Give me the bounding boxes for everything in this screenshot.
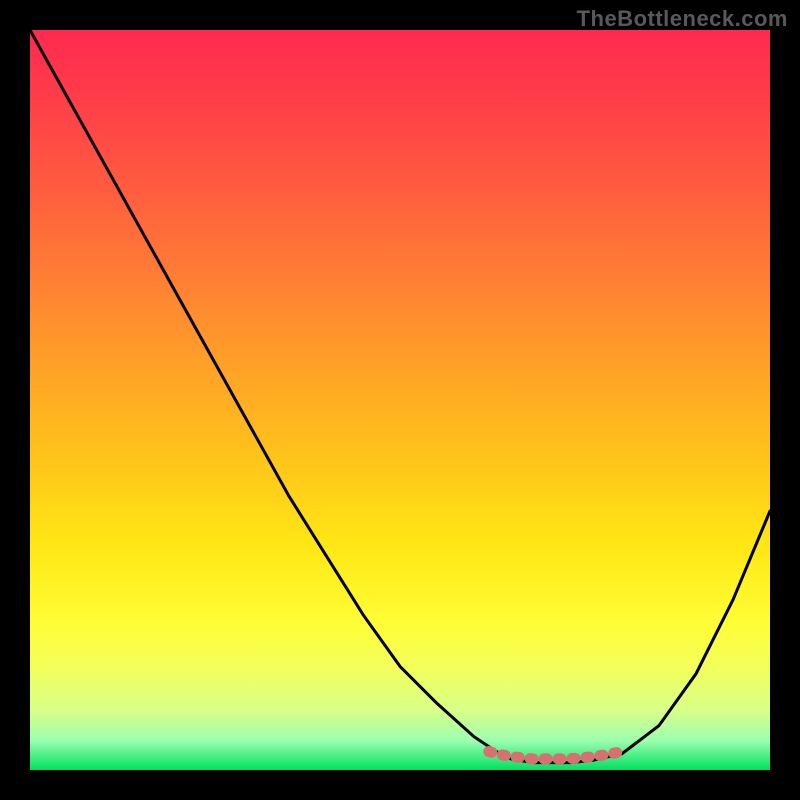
chart-frame: TheBottleneck.com — [0, 0, 800, 800]
bottleneck-curve — [30, 30, 770, 763]
flat-band-marker — [489, 752, 622, 759]
watermark-text: TheBottleneck.com — [577, 6, 788, 32]
curve-layer — [30, 30, 770, 770]
plot-area — [30, 30, 770, 770]
